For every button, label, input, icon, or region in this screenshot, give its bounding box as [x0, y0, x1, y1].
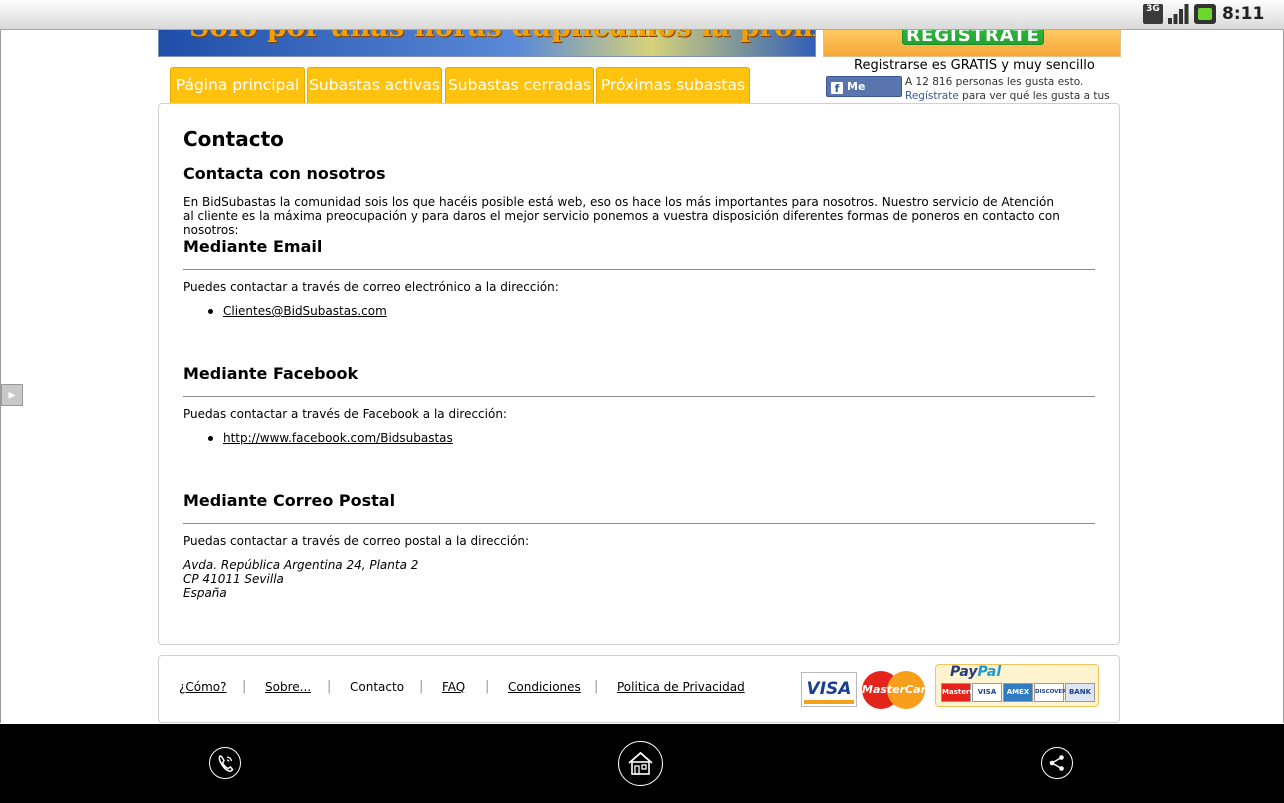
footer-link-como[interactable]: ¿Cómo? — [179, 680, 227, 694]
mastercard-label: MasterCard — [862, 683, 934, 696]
facebook-link[interactable]: http://www.facebook.com/Bidsubastas — [223, 431, 453, 445]
register-box: REGÍSTRATE — [823, 30, 1121, 57]
network-3g-icon: 3G — [1143, 4, 1163, 24]
register-caption: Registrarse es GRATIS y muy sencillo — [854, 58, 1095, 73]
postal-text: Puedas contactar a través de correo post… — [183, 534, 530, 548]
postal-heading: Mediante Correo Postal — [183, 491, 396, 510]
clock-time: 8:11 — [1222, 4, 1265, 24]
email-link[interactable]: Clientes@BidSubastas.com — [223, 304, 387, 318]
postal-address-line3: España — [183, 586, 227, 600]
facebook-bullet — [208, 436, 213, 441]
footer-separator: | — [327, 679, 332, 694]
postal-divider — [183, 523, 1095, 524]
web-page: Solo por unas horas duplicamos la promoc… — [0, 30, 1284, 723]
paypal-method-discover: DISCOVER — [1034, 683, 1066, 702]
postal-address-line1: Avda. República Argentina 24, Planta 2 — [183, 558, 419, 572]
email-text: Puedes contactar a través de correo elec… — [183, 280, 559, 294]
footer-link-sobre[interactable]: Sobre... — [265, 680, 311, 694]
footer-separator: | — [419, 679, 424, 694]
postal-address-line2: CP 41011 Sevilla — [183, 572, 284, 586]
footer-link-condiciones[interactable]: Condiciones — [508, 680, 581, 694]
share-icon[interactable] — [1041, 747, 1073, 779]
paypal-pay: Pay — [950, 664, 978, 680]
footer-link-contacto[interactable]: Contacto — [350, 680, 404, 694]
contact-subtitle: Contacta con nosotros — [183, 164, 386, 183]
phone-icon[interactable] — [209, 747, 241, 779]
page-title: Contacto — [183, 127, 284, 151]
side-expand-arrow-icon[interactable]: ▸ — [1, 384, 23, 406]
paypal-title: PayPal — [950, 664, 1001, 680]
visa-logo: VISA — [801, 672, 857, 707]
mastercard-logo: MasterCard — [862, 671, 934, 709]
promo-banner[interactable]: Solo por unas horas duplicamos la promoc… — [158, 30, 816, 57]
status-bar: 3G 8:11 AM — [0, 0, 1284, 42]
paypal-method-amex: AMEX — [1003, 683, 1033, 702]
postal-address: Avda. República Argentina 24, Planta 2 C… — [183, 558, 418, 600]
bottom-navigation-bar — [0, 724, 1284, 803]
email-divider — [183, 269, 1095, 270]
register-button[interactable]: REGÍSTRATE — [902, 30, 1044, 45]
home-icon[interactable] — [618, 741, 663, 786]
footer-separator: | — [594, 679, 599, 694]
facebook-like-button[interactable]: fMe gusta — [826, 76, 902, 112]
signal-strength-icon — [1167, 4, 1189, 24]
facebook-register-link[interactable]: Regístrate — [905, 90, 959, 102]
promo-banner-text: Solo por unas horas duplicamos la promoc… — [189, 30, 815, 43]
tab-subastas-activas[interactable]: Subastas activas — [307, 67, 442, 104]
contact-content: Contacto Contacta con nosotros En BidSub… — [158, 103, 1120, 645]
contact-intro: En BidSubastas la comunidad sois los que… — [183, 195, 1060, 237]
tab-proximas-subastas[interactable]: Próximas subastas — [596, 67, 750, 104]
battery-icon — [1194, 4, 1216, 24]
facebook-icon: f — [831, 82, 843, 95]
footer-separator: | — [485, 679, 490, 694]
email-heading: Mediante Email — [183, 237, 323, 256]
facebook-divider — [183, 396, 1095, 397]
facebook-heading: Mediante Facebook — [183, 364, 359, 383]
paypal-method-mastercard: MasterCard — [941, 683, 988, 702]
facebook-text: Puedas contactar a través de Facebook a … — [183, 407, 507, 421]
tab-subastas-cerradas[interactable]: Subastas cerradas — [445, 67, 594, 104]
footer: ¿Cómo? | Sobre... | Contacto | FAQ | Con… — [158, 655, 1120, 723]
footer-link-faq[interactable]: FAQ — [442, 680, 465, 694]
paypal-logo: PayPal MasterCard VISA AMEX DISCOVER BAN… — [935, 664, 1099, 707]
footer-link-privacidad[interactable]: Politica de Privacidad — [617, 680, 745, 694]
paypal-method-bank: BANK — [1065, 683, 1095, 702]
footer-separator: | — [242, 679, 247, 694]
paypal-method-visa: VISA — [972, 683, 1002, 702]
paypal-pal: Pal — [977, 664, 1002, 680]
email-bullet — [208, 309, 213, 314]
facebook-like-count-text: A 12 816 personas les gusta esto. — [905, 76, 1084, 88]
tab-pagina-principal[interactable]: Página principal — [170, 67, 305, 104]
